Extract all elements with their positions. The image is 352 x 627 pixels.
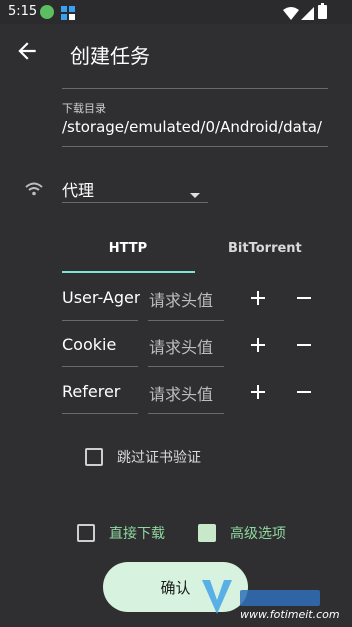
header-value-input[interactable]: 请求头值: [149, 287, 213, 311]
notification-app-icon: [40, 5, 54, 19]
header-value-underline: [148, 320, 224, 321]
header-name-underline: [62, 413, 138, 414]
back-arrow-icon[interactable]: [14, 38, 40, 64]
tab-http[interactable]: HTTP: [62, 241, 194, 256]
remove-header-icon[interactable]: [292, 380, 316, 404]
direct-download-checkbox[interactable]: [77, 524, 95, 542]
battery-icon: [318, 3, 327, 23]
wifi-signal-icon: [283, 5, 299, 24]
download-dir-underline: [62, 146, 328, 147]
watermark-banner: [240, 590, 320, 606]
notification-grid-icon: [61, 5, 75, 20]
header-value-input[interactable]: 请求头值: [149, 334, 213, 358]
remove-header-icon[interactable]: [292, 286, 316, 310]
header-value-input[interactable]: 请求头值: [149, 381, 213, 405]
status-time: 5:15: [8, 4, 38, 19]
header-value-underline: [148, 366, 224, 367]
app-bar: [0, 24, 352, 80]
direct-download-label: 直接下载: [109, 526, 165, 542]
page-title: 创建任务: [70, 44, 150, 68]
header-name-underline: [62, 366, 138, 367]
add-header-icon[interactable]: [246, 380, 270, 404]
field-divider: [62, 88, 328, 89]
header-name-input[interactable]: Referer: [62, 382, 140, 401]
add-header-icon[interactable]: [246, 333, 270, 357]
tab-bittorrent[interactable]: BitTorrent: [228, 241, 302, 256]
header-name-input[interactable]: User-Agen: [62, 288, 140, 307]
advanced-options-label: 高级选项: [230, 526, 286, 542]
header-value-underline: [148, 413, 224, 414]
advanced-options-checkbox[interactable]: [198, 524, 216, 542]
dropdown-arrow-icon[interactable]: [190, 184, 200, 203]
remove-header-icon[interactable]: [292, 333, 316, 357]
watermark-url: www.fotimeit.com: [240, 608, 340, 621]
proxy-underline: [62, 202, 208, 203]
download-dir-input[interactable]: /storage/emulated/0/Android/data/: [62, 118, 332, 136]
tab-active-indicator: [62, 271, 195, 273]
proxy-wifi-icon: [25, 181, 43, 200]
download-dir-label: 下载目录: [62, 102, 106, 115]
cell-signal-icon: [301, 5, 314, 24]
skip-cert-checkbox[interactable]: [85, 448, 103, 466]
watermark-logo: [200, 576, 234, 620]
skip-cert-label: 跳过证书验证: [117, 450, 201, 466]
proxy-select[interactable]: 代理: [62, 177, 94, 201]
add-header-icon[interactable]: [246, 286, 270, 310]
header-name-input[interactable]: Cookie: [62, 335, 140, 354]
header-name-underline: [62, 320, 138, 321]
